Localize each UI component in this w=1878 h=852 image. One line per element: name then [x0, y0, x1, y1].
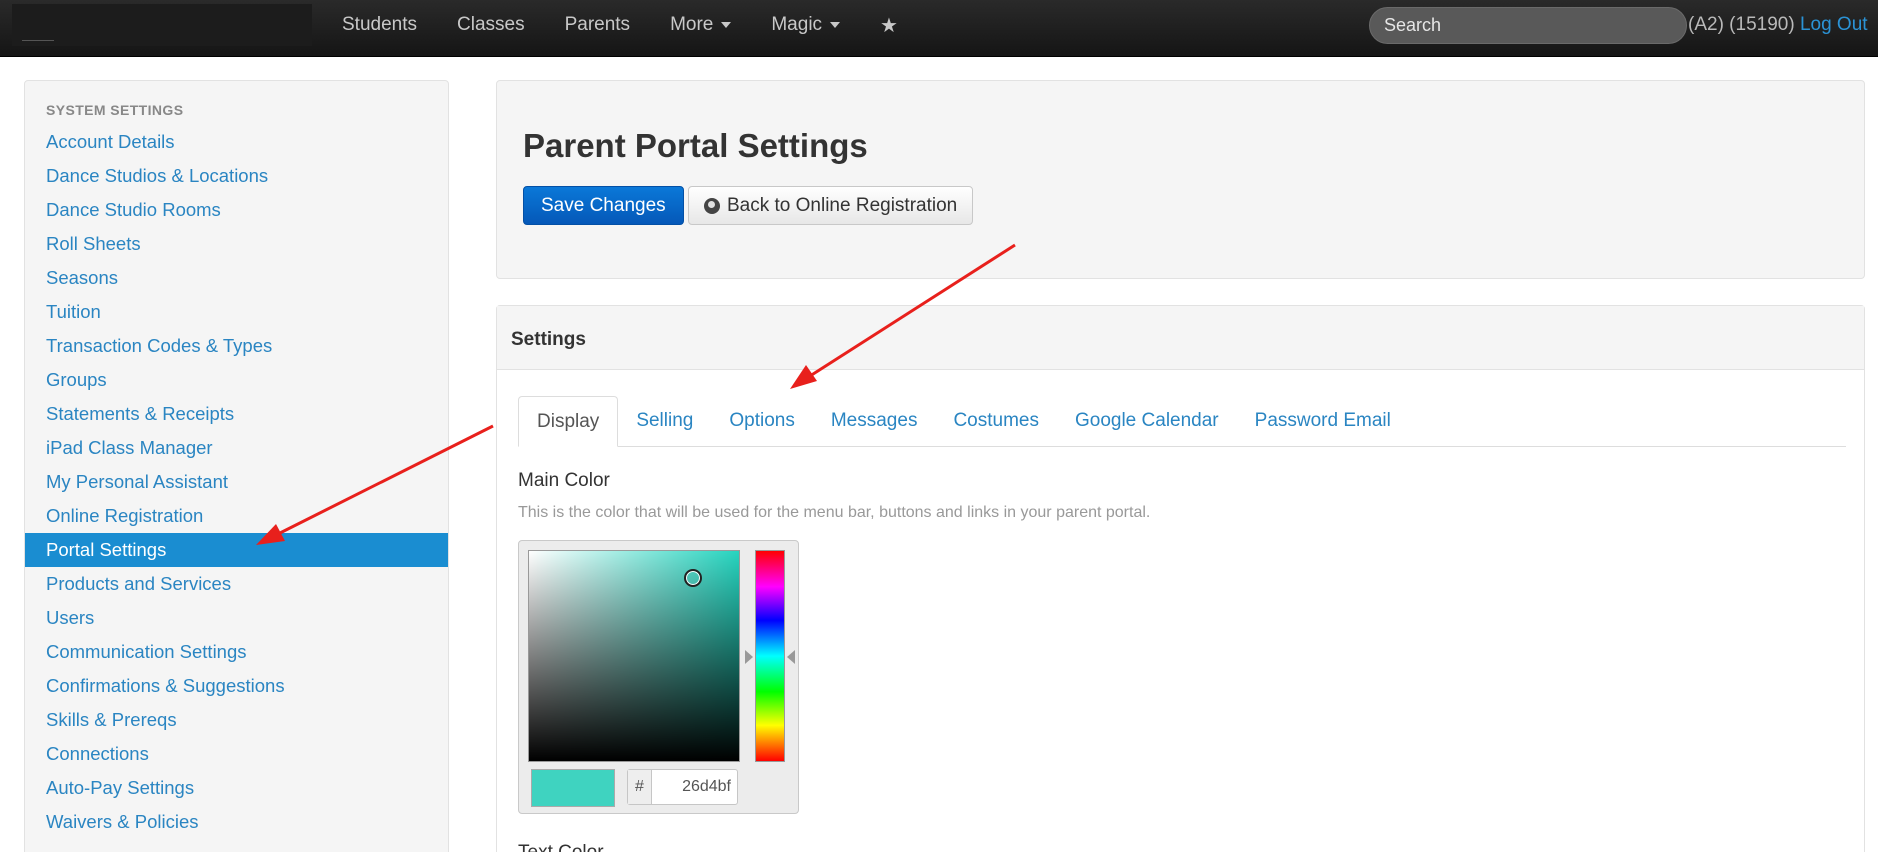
main-color-label: Main Color — [518, 470, 610, 491]
sidebar-item-online-registration[interactable]: Online Registration — [25, 499, 448, 533]
star-icon: ★ — [880, 14, 898, 37]
tab-display[interactable]: Display — [518, 396, 619, 447]
text-color-label: Text Color — [518, 842, 604, 852]
nav-parents[interactable]: Parents — [545, 1, 650, 49]
main-nav: Students Classes Parents More Magic ★ — [322, 0, 918, 50]
hex-hash-addon: # — [628, 770, 652, 804]
sidebar-item-statements-and-receipts[interactable]: Statements & Receipts — [25, 397, 448, 431]
sidebar-header: SYSTEM SETTINGS — [46, 102, 184, 118]
nav-parents-label: Parents — [564, 14, 631, 35]
tab-google-calendar[interactable]: Google Calendar — [1057, 396, 1237, 446]
nav-classes-label: Classes — [457, 14, 525, 35]
hue-arrow-right-icon — [787, 650, 795, 664]
hex-field: # — [627, 769, 738, 805]
sidebar-item-groups[interactable]: Groups — [25, 363, 448, 397]
tab-selling[interactable]: Selling — [618, 396, 711, 446]
sidebar-item-connections[interactable]: Connections — [25, 737, 448, 771]
top-navbar: Students Classes Parents More Magic ★ (A… — [0, 0, 1878, 57]
sidebar-item-skills-and-prereqs[interactable]: Skills & Prereqs — [25, 703, 448, 737]
sidebar-item-communication-settings[interactable]: Communication Settings — [25, 635, 448, 669]
sidebar-item-seasons[interactable]: Seasons — [25, 261, 448, 295]
user-info: (A2) (15190) Log Out — [1688, 14, 1868, 36]
tab-options[interactable]: Options — [711, 396, 812, 446]
sidebar-item-users[interactable]: Users — [25, 601, 448, 635]
caret-down-icon — [830, 22, 841, 28]
settings-panel-header — [497, 306, 1864, 370]
nav-magic-label: Magic — [771, 14, 823, 35]
sidebar-item-products-and-services[interactable]: Products and Services — [25, 567, 448, 601]
brand-logo[interactable] — [12, 4, 312, 46]
sidebar-list: Account Details Dance Studios & Locations… — [25, 125, 448, 839]
sidebar-item-confirmations-and-suggestions[interactable]: Confirmations & Suggestions — [25, 669, 448, 703]
nav-magic-dropdown[interactable]: Magic — [751, 1, 860, 49]
nav-students[interactable]: Students — [322, 1, 437, 49]
sidebar-item-portal-settings[interactable]: Portal Settings — [25, 533, 448, 567]
hue-arrow-left-icon — [745, 650, 753, 664]
globe-icon — [704, 197, 720, 214]
save-changes-button[interactable]: Save Changes — [523, 186, 684, 225]
tab-messages[interactable]: Messages — [813, 396, 936, 446]
color-cursor-handle[interactable] — [684, 569, 702, 587]
back-button-label: Back to Online Registration — [727, 194, 958, 216]
sidebar-item-auto-pay-settings[interactable]: Auto-Pay Settings — [25, 771, 448, 805]
search-input[interactable] — [1369, 7, 1687, 44]
main-color-help: This is the color that will be used for … — [518, 504, 1151, 521]
settings-sidebar: SYSTEM SETTINGS Account Details Dance Stu… — [24, 80, 449, 852]
hex-color-input[interactable] — [653, 770, 737, 804]
tab-password-email[interactable]: Password Email — [1237, 396, 1409, 446]
saturation-value-area[interactable] — [528, 550, 740, 762]
nav-students-label: Students — [342, 14, 417, 35]
sidebar-item-ipad-class-manager[interactable]: iPad Class Manager — [25, 431, 448, 465]
sidebar-item-tuition[interactable]: Tuition — [25, 295, 448, 329]
tab-costumes[interactable]: Costumes — [935, 396, 1057, 446]
sidebar-item-dance-studio-rooms[interactable]: Dance Studio Rooms — [25, 193, 448, 227]
sidebar-item-my-personal-assistant[interactable]: My Personal Assistant — [25, 465, 448, 499]
sidebar-item-account-details[interactable]: Account Details — [25, 125, 448, 159]
caret-down-icon — [721, 22, 732, 28]
sidebar-item-transaction-codes-and-types[interactable]: Transaction Codes & Types — [25, 329, 448, 363]
title-panel: Parent Portal Settings Save Changes Back… — [496, 80, 1865, 279]
nav-favorites[interactable]: ★ — [860, 1, 918, 49]
page-title: Parent Portal Settings — [523, 127, 868, 164]
user-account-id: (A2) (15190) — [1688, 14, 1795, 35]
settings-tabs: Display Selling Options Messages Costumes Goo… — [518, 390, 1846, 447]
nav-more-dropdown[interactable]: More — [650, 1, 751, 49]
hue-slider[interactable] — [755, 550, 785, 762]
logout-link[interactable]: Log Out — [1800, 14, 1868, 35]
back-to-online-registration-button[interactable]: Back to Online Registration — [688, 186, 974, 225]
nav-classes[interactable]: Classes — [437, 1, 545, 49]
nav-more-label: More — [670, 14, 714, 35]
sidebar-item-dance-studios-and-locations[interactable]: Dance Studios & Locations — [25, 159, 448, 193]
settings-panel: Settings Display Selling Options Messages Co… — [496, 305, 1865, 852]
color-picker: # — [518, 540, 799, 814]
sidebar-item-roll-sheets[interactable]: Roll Sheets — [25, 227, 448, 261]
sidebar-item-waivers-and-policies[interactable]: Waivers & Policies — [25, 805, 448, 839]
color-swatch-preview — [531, 769, 615, 807]
settings-title: Settings — [511, 329, 586, 350]
brand-divider — [22, 40, 54, 41]
